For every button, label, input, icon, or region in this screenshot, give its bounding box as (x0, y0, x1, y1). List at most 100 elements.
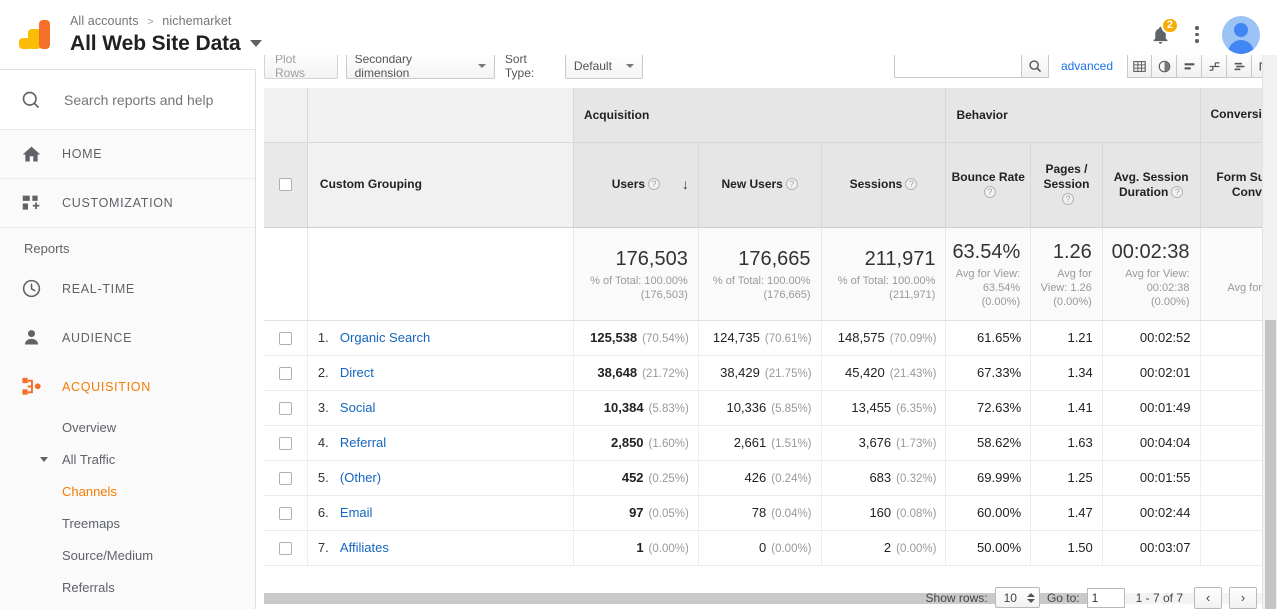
help-icon[interactable]: ? (1171, 185, 1184, 198)
cell-new-users-value: 2,661 (733, 435, 767, 450)
sidebar-item-all-traffic[interactable]: All Traffic (0, 443, 255, 475)
table-row[interactable]: 6. Email 97 (0.05%) 78 (0.04%) 160 (0.08%) 60.00… (264, 495, 1274, 531)
table-search-button[interactable] (1022, 55, 1049, 78)
cell-avg-duration: 00:01:49 (1102, 390, 1201, 426)
vertical-scrollbar-thumb[interactable] (1265, 320, 1276, 609)
column-header-avg-session-duration[interactable]: Avg. Session Duration? (1102, 142, 1201, 228)
select-all-checkbox[interactable] (278, 178, 292, 192)
table-row[interactable]: 4. Referral 2,850 (1.60%) 2,661 (1.51%) 3,676 (… (264, 425, 1274, 461)
cell-avg-duration: 00:02:52 (1102, 320, 1201, 356)
table-view-icon[interactable] (1127, 55, 1152, 78)
cell-bounce-rate-value: 50.00% (977, 540, 1022, 555)
table-row[interactable]: 3. Social 10,384 (5.83%) 10,336 (5.85%) 13,455… (264, 390, 1274, 426)
table-row[interactable]: 1. Organic Search 125,538 (70.54%) 124,735 (7… (264, 320, 1274, 356)
sidebar-item-label: CUSTOMIZATION (62, 196, 174, 210)
row-dimension-link[interactable]: Affiliates (340, 540, 389, 555)
next-page-button[interactable]: › (1229, 586, 1257, 609)
more-options-button[interactable] (1184, 15, 1210, 55)
sidebar-item-audience[interactable]: AUDIENCE (0, 313, 255, 362)
advanced-filter-link[interactable]: advanced (1061, 59, 1113, 73)
breadcrumb: All accounts > nichemarket (70, 13, 262, 30)
row-checkbox[interactable] (278, 507, 292, 521)
report-toolbar: Plot Rows Secondary dimension Sort Type:… (264, 55, 1277, 88)
row-dimension-link[interactable]: Referral (340, 435, 386, 450)
row-index: 4. (317, 435, 329, 450)
breadcrumb-account[interactable]: All accounts (70, 14, 139, 28)
search-icon (1029, 60, 1042, 73)
table-row[interactable]: 7. Affiliates 1 (0.00%) 0 (0.00%) 2 (0.00%) 50.0… (264, 530, 1274, 566)
cell-sessions-value: 45,420 (845, 365, 885, 380)
term-cloud-icon[interactable] (1227, 55, 1252, 78)
row-checkbox[interactable] (278, 332, 292, 346)
previous-page-button[interactable]: ‹ (1194, 586, 1222, 609)
column-header-users[interactable]: Users? ↓ (573, 142, 699, 228)
row-checkbox[interactable] (278, 437, 292, 451)
cell-avg-duration-value: 00:02:01 (1139, 365, 1191, 380)
sidebar-item-home[interactable]: HOME (0, 130, 255, 179)
cell-sessions-value: 683 (869, 470, 892, 485)
row-dimension-link[interactable]: Social (340, 400, 375, 415)
goto-page-input[interactable] (1086, 587, 1125, 608)
sidebar-item-customization[interactable]: CUSTOMIZATION (0, 179, 255, 228)
row-select-cell (264, 355, 308, 391)
table-row[interactable]: 5. (Other) 452 (0.25%) 426 (0.24%) 683 (0.32%) 6… (264, 460, 1274, 496)
sort-type-select[interactable]: Default (564, 55, 643, 79)
dimension-header[interactable]: Custom Grouping (307, 142, 574, 228)
column-header-sessions[interactable]: Sessions? (821, 142, 947, 228)
vertical-scrollbar-track[interactable] (1262, 55, 1277, 609)
column-header-pages-session[interactable]: Pages / Session? (1030, 142, 1103, 228)
sidebar-subitem-label: Source/Medium (62, 547, 154, 563)
row-checkbox[interactable] (278, 542, 292, 556)
row-dimension-link[interactable]: Direct (340, 365, 374, 380)
group-header-behavior: Behavior (945, 88, 1201, 143)
secondary-dimension-select[interactable]: Secondary dimension (345, 55, 495, 80)
comparison-view-icon[interactable] (1202, 55, 1227, 78)
sidebar-item-real-time[interactable]: REAL-TIME (0, 264, 255, 313)
stepper-icon[interactable] (1026, 592, 1035, 603)
cell-users: 97 (0.05%) (573, 495, 699, 531)
sidebar-search[interactable] (0, 70, 255, 130)
avatar-body (1228, 39, 1254, 54)
summary-sessions-value: 211,971 (864, 247, 936, 270)
sidebar-item-channels[interactable]: Channels (0, 475, 255, 507)
sidebar-item-acquisition[interactable]: ACQUISITION (0, 362, 255, 411)
row-checkbox[interactable] (278, 402, 292, 416)
chevron-down-icon[interactable] (40, 456, 48, 462)
table-search-input[interactable] (894, 55, 1023, 78)
cell-new-users: 2,661 (1.51%) (698, 425, 822, 461)
breadcrumb-property[interactable]: nichemarket (162, 14, 231, 28)
sidebar-item-adwords[interactable]: AdWords (0, 603, 255, 609)
sidebar-item-overview[interactable]: Overview (0, 411, 255, 443)
help-icon[interactable]: ? (785, 178, 798, 190)
show-rows-select[interactable]: 10 (994, 587, 1040, 608)
row-checkbox[interactable] (278, 367, 292, 381)
help-icon[interactable]: ? (1061, 193, 1074, 205)
column-header-new-users[interactable]: New Users? (698, 142, 822, 228)
sidebar-item-treemaps[interactable]: Treemaps (0, 507, 255, 539)
goto-label: Go to: (1046, 590, 1080, 605)
cell-pages-session: 1.21 (1030, 320, 1103, 356)
percentage-view-icon[interactable] (1152, 55, 1177, 78)
column-header-bounce-rate[interactable]: Bounce Rate? (945, 142, 1032, 228)
sidebar-item-source-medium[interactable]: Source/Medium (0, 539, 255, 571)
row-dimension-link[interactable]: (Other) (340, 470, 381, 485)
sidebar-item-referrals[interactable]: Referrals (0, 571, 255, 603)
performance-view-icon[interactable] (1177, 55, 1202, 78)
notifications-button[interactable]: 2 (1140, 15, 1180, 55)
plot-rows-button[interactable]: Plot Rows (264, 55, 338, 80)
row-dimension-link[interactable]: Email (340, 505, 373, 520)
help-icon[interactable]: ? (983, 185, 996, 198)
sort-descending-icon[interactable]: ↓ (682, 176, 689, 192)
view-selector-chevron-down-icon[interactable] (249, 40, 262, 47)
search-input[interactable] (62, 90, 242, 109)
table-row[interactable]: 2. Direct 38,648 (21.72%) 38,429 (21.75%) 45,4… (264, 355, 1274, 391)
sidebar-subitem-label: Overview (62, 419, 117, 435)
cell-users-value: 2,850 (611, 435, 644, 450)
help-icon[interactable]: ? (648, 178, 661, 190)
dimension-header-top (307, 88, 574, 143)
row-dimension-link[interactable]: Organic Search (340, 330, 430, 345)
help-icon[interactable]: ? (905, 178, 918, 190)
cell-bounce-rate-value: 67.33% (977, 365, 1022, 380)
row-checkbox[interactable] (278, 472, 292, 486)
avatar[interactable] (1222, 15, 1260, 54)
